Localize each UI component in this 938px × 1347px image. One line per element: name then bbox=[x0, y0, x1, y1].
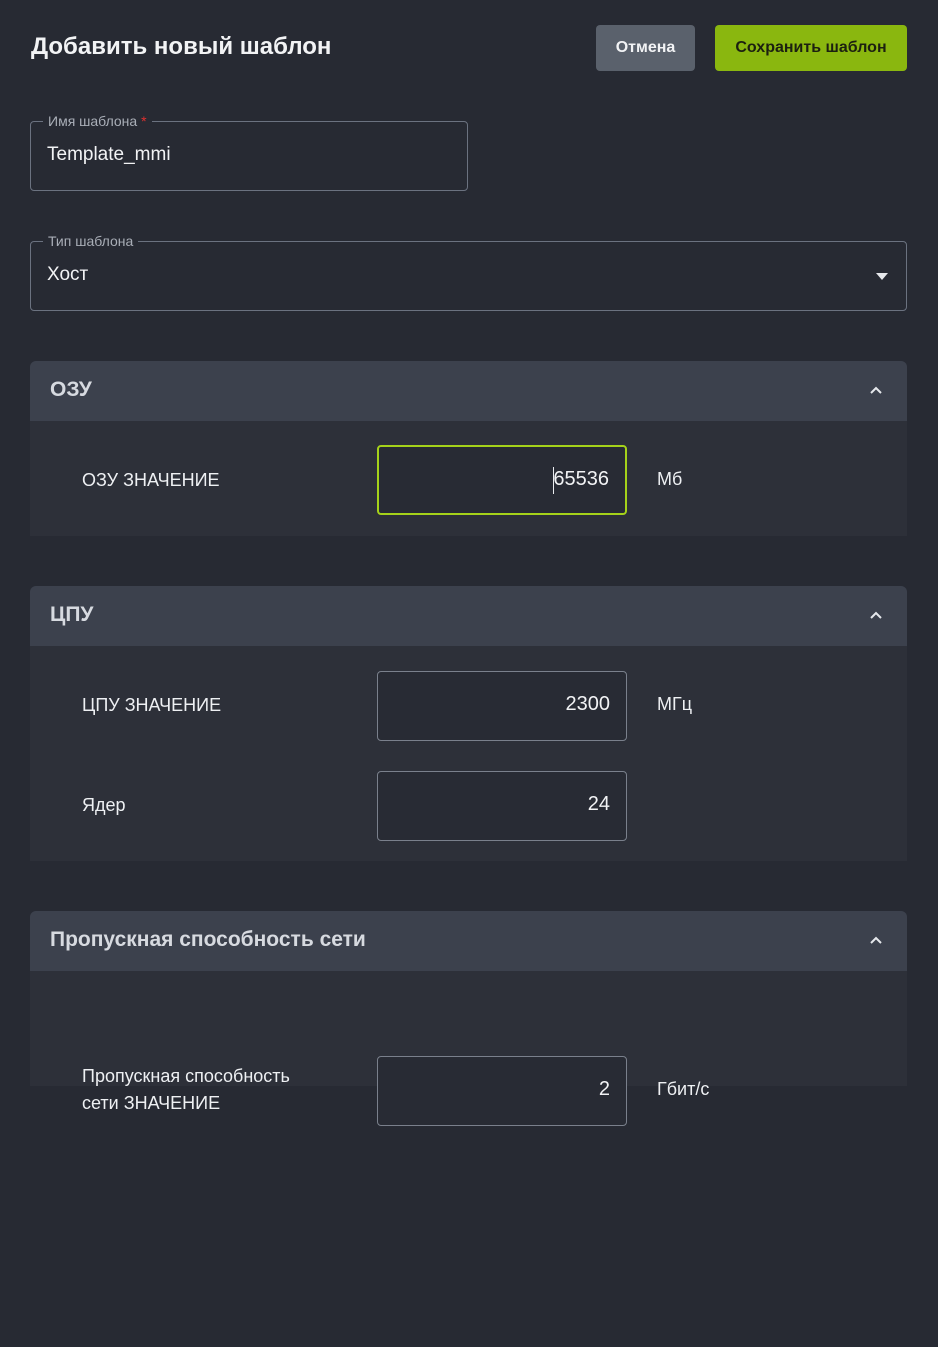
section-header-ram[interactable]: ОЗУ bbox=[30, 361, 907, 421]
section-title-cpu: ЦПУ bbox=[50, 603, 94, 626]
section-title-network: Пропускная способность сети bbox=[50, 928, 366, 951]
template-name-label: Имя шаблона * bbox=[43, 113, 152, 129]
cores-input[interactable]: 24 bbox=[377, 771, 627, 841]
network-label-line2: сети ЗНАЧЕНИЕ bbox=[82, 1093, 221, 1113]
section-cpu: ЦПУ ЦПУ ЗНАЧЕНИЕ 2300 МГц Ядер 24 bbox=[30, 586, 907, 861]
network-value: 2 bbox=[598, 1078, 610, 1100]
cores-value: 24 bbox=[587, 793, 610, 815]
network-unit: Гбит/с bbox=[657, 1079, 710, 1099]
cpu-unit: МГц bbox=[657, 694, 693, 714]
template-type-select[interactable]: Тип шаблона Хост bbox=[30, 233, 907, 311]
template-type-value: Хост bbox=[47, 264, 89, 285]
chevron-up-icon[interactable] bbox=[869, 933, 883, 947]
page-title: Добавить новый шаблон bbox=[31, 33, 332, 60]
cpu-value: 2300 bbox=[565, 693, 611, 715]
section-network: Пропускная способность сети Пропускная с… bbox=[30, 911, 907, 1126]
section-title-ram: ОЗУ bbox=[50, 378, 92, 401]
template-type-label: Тип шаблона bbox=[43, 233, 139, 249]
required-mark: * bbox=[141, 113, 147, 129]
chevron-up-icon[interactable] bbox=[869, 383, 883, 397]
save-template-button[interactable]: Сохранить шаблон bbox=[715, 25, 907, 71]
ram-value-input[interactable]: 65536 bbox=[377, 445, 627, 515]
network-value-input[interactable]: 2 bbox=[377, 1056, 627, 1126]
template-name-field[interactable]: Имя шаблона * Template_mmi bbox=[30, 113, 468, 191]
add-template-dialog: Добавить новый шаблон Отмена Сохранить ш… bbox=[0, 0, 938, 1347]
ram-unit: Мб bbox=[657, 469, 683, 489]
caret-down-icon[interactable] bbox=[876, 273, 888, 280]
template-name-value: Template_mmi bbox=[47, 144, 171, 165]
cancel-button[interactable]: Отмена bbox=[596, 25, 695, 71]
ram-value: 65536 bbox=[553, 468, 609, 490]
cores-label: Ядер bbox=[82, 795, 126, 815]
section-header-cpu[interactable]: ЦПУ bbox=[30, 586, 907, 646]
network-label-line1: Пропускная способность bbox=[82, 1066, 290, 1086]
section-ram: ОЗУ ОЗУ ЗНАЧЕНИЕ 65536 Мб bbox=[30, 361, 907, 536]
cpu-value-label: ЦПУ ЗНАЧЕНИЕ bbox=[82, 695, 222, 715]
network-value-label: Пропускная способность сети ЗНАЧЕНИЕ bbox=[82, 1063, 290, 1117]
section-header-network[interactable]: Пропускная способность сети bbox=[30, 911, 907, 971]
cpu-value-input[interactable]: 2300 bbox=[377, 671, 627, 741]
chevron-up-icon[interactable] bbox=[869, 608, 883, 622]
ram-value-label: ОЗУ ЗНАЧЕНИЕ bbox=[82, 470, 220, 490]
